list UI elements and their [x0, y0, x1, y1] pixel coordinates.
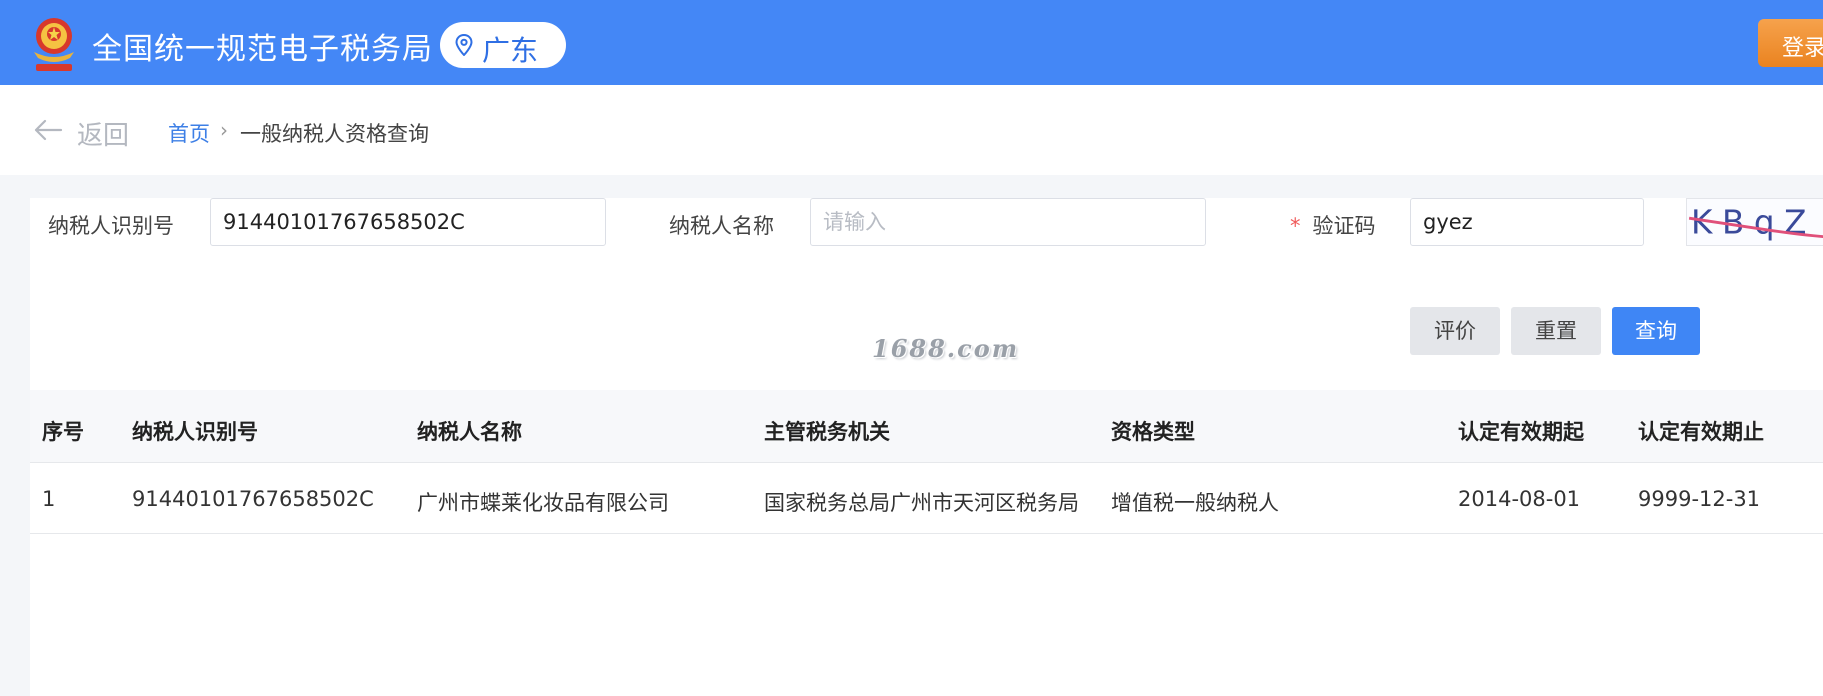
region-selector[interactable]: 广东: [440, 22, 566, 68]
captcha-input[interactable]: [1410, 198, 1644, 246]
breadcrumb-home-link[interactable]: 首页: [168, 118, 210, 148]
location-pin-icon: [455, 34, 473, 56]
column-header: 序号: [42, 420, 84, 444]
column-header: 纳税人识别号: [132, 420, 258, 444]
taxpayer-name-input[interactable]: [810, 198, 1206, 246]
column-header: 纳税人名称: [417, 420, 522, 444]
table-header: 序号 纳税人识别号 纳税人名称 主管税务机关 资格类型 认定有效期起 认定有效期…: [30, 390, 1823, 463]
captcha-label: 验证码: [1312, 214, 1376, 238]
evaluate-button[interactable]: 评价: [1410, 307, 1500, 355]
top-header: 全国统一规范电子税务局 广东 登录: [0, 0, 1823, 85]
breadcrumb-bar: 返回 首页 › 一般纳税人资格查询: [0, 85, 1823, 175]
breadcrumb-current-page: 一般纳税人资格查询: [240, 122, 429, 146]
query-button[interactable]: 查询: [1612, 307, 1700, 355]
breadcrumb-chevron-icon: ›: [220, 118, 228, 142]
results-table: 序号 纳税人识别号 纳税人名称 主管税务机关 资格类型 认定有效期起 认定有效期…: [30, 390, 1823, 696]
table-row: 1 91440101767658502C 广州市蝶莱化妆品有限公司 国家税务总局…: [30, 463, 1823, 534]
cell-taxpayer-id: 91440101767658502C: [132, 487, 374, 511]
column-header: 主管税务机关: [764, 420, 890, 444]
column-header: 认定有效期止: [1638, 420, 1764, 444]
reset-button[interactable]: 重置: [1511, 307, 1601, 355]
national-emblem-logo: [34, 18, 74, 71]
taxpayer-id-label: 纳税人识别号: [48, 214, 174, 238]
site-title: 全国统一规范电子税务局: [92, 32, 433, 67]
region-label: 广东: [482, 34, 539, 67]
taxpayer-name-label: 纳税人名称: [669, 214, 774, 238]
cell-taxpayer-name: 广州市蝶莱化妆品有限公司: [417, 491, 669, 515]
login-button[interactable]: 登录: [1758, 19, 1823, 67]
search-form: 纳税人识别号 纳税人名称 * 验证码 KBqZ 评价 重置 查询 1688.com: [30, 198, 1823, 390]
watermark: 1688.com: [872, 334, 1020, 363]
cell-valid-from: 2014-08-01: [1458, 487, 1581, 511]
cell-tax-authority: 国家税务总局广州市天河区税务局: [764, 491, 1079, 515]
captcha-image[interactable]: KBqZ: [1686, 198, 1823, 246]
cell-qualification-type: 增值税一般纳税人: [1111, 491, 1279, 515]
required-mark: *: [1290, 214, 1301, 238]
column-header: 资格类型: [1111, 420, 1195, 444]
taxpayer-id-input[interactable]: [210, 198, 606, 246]
cell-valid-to: 9999-12-31: [1638, 487, 1761, 511]
back-label: 返回: [77, 121, 130, 151]
column-header: 认定有效期起: [1458, 420, 1584, 444]
arrow-left-icon: [34, 119, 63, 141]
cell-index: 1: [42, 487, 56, 511]
captcha-label-group: * 验证码: [1290, 210, 1376, 240]
